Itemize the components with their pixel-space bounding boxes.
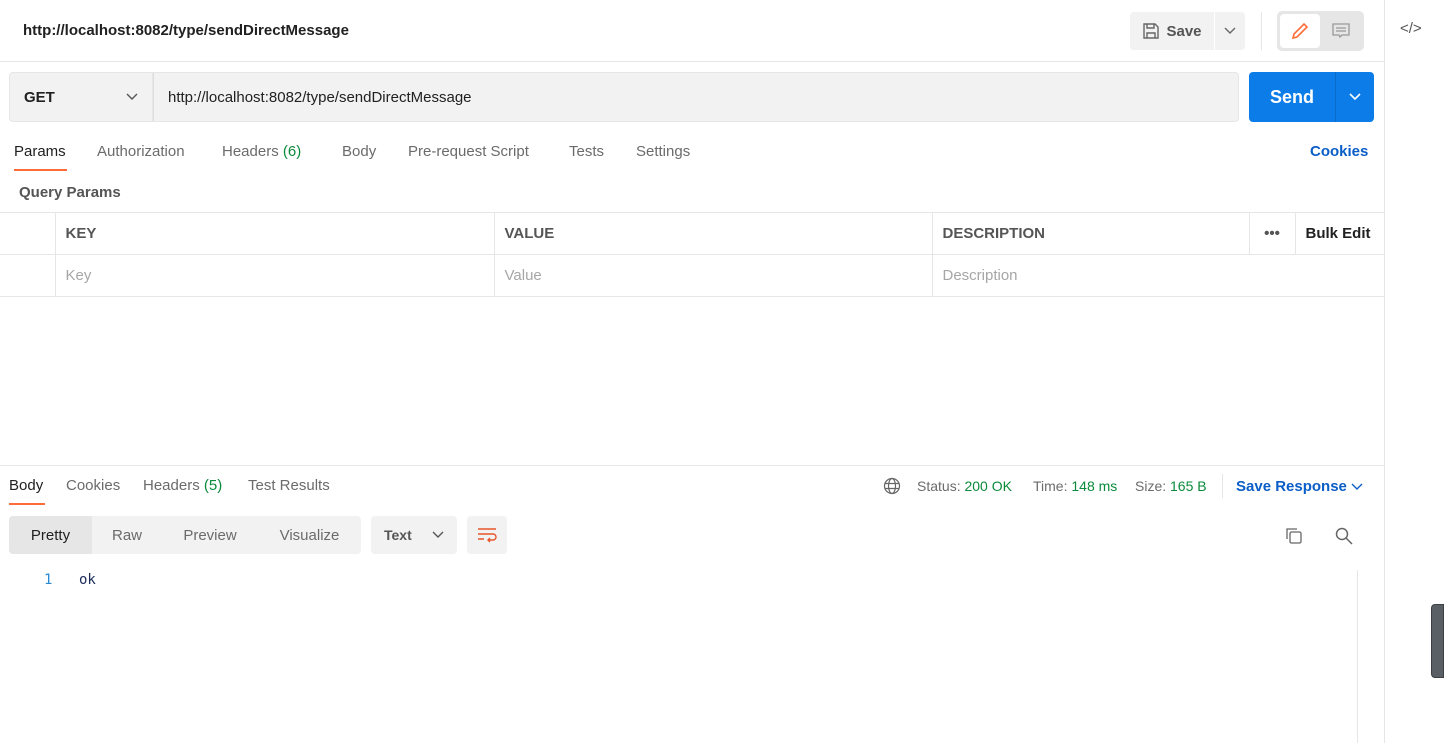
response-headers-label: Headers	[143, 477, 200, 494]
value-input[interactable]: Value	[493, 254, 933, 297]
wrap-icon	[478, 528, 497, 543]
format-value: Text	[384, 527, 412, 543]
chevron-down-icon	[1349, 93, 1361, 101]
save-label: Save	[1166, 22, 1202, 40]
save-options-button[interactable]	[1215, 12, 1245, 50]
status-text[interactable]: Status: 200 OK	[917, 478, 1012, 494]
more-options-icon[interactable]: •••	[1248, 212, 1296, 255]
key-input[interactable]: Key	[54, 254, 495, 297]
tab-tests[interactable]: Tests	[569, 143, 604, 160]
tab-settings[interactable]: Settings	[636, 143, 690, 160]
save-response-button[interactable]: Save Response	[1236, 478, 1363, 495]
response-tab-headers[interactable]: Headers (5)	[143, 477, 222, 494]
response-tab-cookies[interactable]: Cookies	[66, 477, 120, 494]
right-sidebar-border	[1384, 0, 1385, 743]
line-number: 1	[44, 572, 53, 588]
time-value: 148 ms	[1071, 478, 1118, 494]
bulk-edit-button[interactable]: Bulk Edit	[1294, 212, 1384, 255]
chevron-down-icon	[432, 531, 444, 538]
chevron-down-icon	[1224, 27, 1236, 34]
view-preview[interactable]: Preview	[162, 516, 258, 554]
response-headers-count: (5)	[203, 477, 223, 494]
divider	[1222, 474, 1223, 498]
save-button[interactable]: Save	[1130, 12, 1214, 50]
divider	[1261, 12, 1262, 50]
request-title[interactable]: http://localhost:8082/type/sendDirectMes…	[23, 22, 349, 39]
comments-button[interactable]	[1322, 14, 1360, 48]
code-snippet-icon[interactable]: </>	[1400, 20, 1422, 37]
tab-params[interactable]: Params	[14, 143, 66, 160]
active-response-tab-indicator	[9, 503, 45, 505]
tab-headers-label: Headers	[222, 143, 279, 160]
column-description: DESCRIPTION	[931, 212, 1250, 255]
editor-scrollbar[interactable]	[1357, 570, 1358, 743]
description-input[interactable]: Description	[931, 254, 1384, 297]
view-raw[interactable]: Raw	[92, 516, 162, 554]
response-tab-body[interactable]: Body	[9, 477, 43, 494]
method-select[interactable]: GET	[9, 72, 153, 122]
save-response-label: Save Response	[1236, 478, 1347, 495]
active-tab-indicator	[14, 169, 67, 171]
view-pretty[interactable]: Pretty	[9, 516, 92, 554]
table-row: Key Value Description	[0, 254, 1384, 297]
size-text[interactable]: Size: 165 B	[1135, 478, 1207, 494]
time-text[interactable]: Time: 148 ms	[1033, 478, 1117, 494]
url-input[interactable]: http://localhost:8082/type/sendDirectMes…	[153, 72, 1239, 122]
response-divider[interactable]	[0, 465, 1384, 466]
size-value: 165 B	[1170, 478, 1207, 494]
cookies-link[interactable]: Cookies	[1310, 143, 1368, 160]
column-value: VALUE	[493, 212, 933, 255]
checkbox-column	[0, 212, 56, 255]
query-params-heading: Query Params	[19, 184, 121, 201]
response-body-line: ok	[79, 572, 96, 588]
edit-mode-button[interactable]	[1280, 14, 1320, 48]
chevron-down-icon	[1351, 483, 1363, 490]
column-key: KEY	[54, 212, 495, 255]
side-widget-handle[interactable]	[1431, 604, 1444, 678]
wrap-lines-button[interactable]	[467, 516, 507, 554]
time-label: Time:	[1033, 478, 1068, 494]
tab-body[interactable]: Body	[342, 143, 376, 160]
save-icon	[1143, 23, 1160, 39]
method-value: GET	[24, 88, 55, 106]
query-params-table: KEY VALUE DESCRIPTION ••• Bulk Edit Key …	[0, 212, 1384, 297]
search-icon[interactable]	[1335, 527, 1353, 545]
view-visualize[interactable]: Visualize	[258, 516, 361, 554]
status-label: Status:	[917, 478, 961, 494]
response-tab-test-results[interactable]: Test Results	[248, 477, 330, 494]
chevron-down-icon	[126, 93, 138, 100]
tab-headers[interactable]: Headers (6)	[222, 143, 301, 160]
tab-pre-request-script[interactable]: Pre-request Script	[408, 143, 529, 160]
row-checkbox-cell	[0, 254, 56, 297]
copy-icon[interactable]	[1285, 527, 1303, 545]
comment-icon	[1332, 23, 1350, 39]
globe-icon[interactable]	[883, 477, 901, 495]
send-options-button[interactable]	[1335, 72, 1374, 122]
send-button[interactable]: Send	[1249, 72, 1335, 122]
format-select[interactable]: Text	[371, 516, 457, 554]
size-label: Size:	[1135, 478, 1167, 494]
table-header-row: KEY VALUE DESCRIPTION ••• Bulk Edit	[0, 212, 1384, 255]
pencil-icon	[1291, 22, 1309, 40]
tab-authorization[interactable]: Authorization	[97, 143, 185, 160]
headers-count: (6)	[282, 143, 302, 160]
status-value: 200 OK	[964, 478, 1012, 494]
